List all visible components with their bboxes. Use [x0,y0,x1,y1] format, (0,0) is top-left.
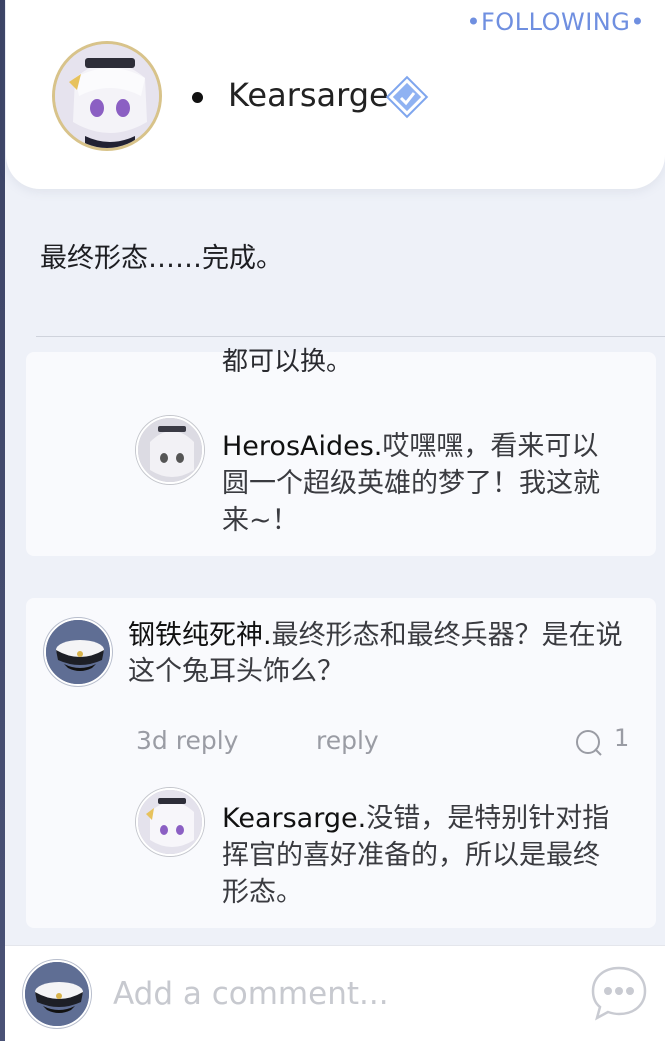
reply-button[interactable]: reply [316,726,379,755]
comment-card: 钢铁纯死神.最终形态和最终兵器？是在说这个兔耳头饰么？ 3d reply rep… [26,598,656,928]
author-name[interactable]: Kearsarge [228,76,389,114]
left-edge-bar [0,0,5,1041]
verified-diamond-icon [384,74,430,120]
comment-author[interactable]: 钢铁纯死神. [128,620,272,651]
reply-count: 1 [614,724,630,752]
post-text: 最终形态……完成。 [40,243,283,274]
kearsarge-avatar-icon[interactable] [52,41,162,151]
comment-time: 3d reply [136,726,239,755]
reply-author[interactable]: HerosAides. [222,431,382,462]
reply-author[interactable]: Kearsarge. [222,803,366,834]
comment-bubble-icon[interactable] [574,728,604,758]
reply-text: HerosAides.哎嘿嘿，看来可以圆一个超级英雄的梦了！我这就来~！ [222,428,612,539]
captain-cap-avatar-icon[interactable] [44,618,112,686]
bullet-dot [192,92,203,103]
clipped-comment-text: 都可以换。 [222,347,353,372]
comment-card: 都可以换。 HerosAides.哎嘿嘿，看来可以圆一个超级英雄的梦了！我这就来… [26,347,656,556]
kearsarge-reply-avatar-icon[interactable] [136,788,204,856]
author-header: •FOLLOWING• Kearsarge [6,0,665,189]
more-dots-icon[interactable] [589,962,649,1022]
following-button[interactable]: •FOLLOWING• [466,8,645,36]
comment-input[interactable] [113,972,553,1016]
reply-text: Kearsarge.没错，是特别针对指挥官的喜好准备的，所以是最终形态。 [222,800,612,911]
divider [36,336,665,337]
user-avatar-icon[interactable] [23,960,91,1028]
comment-text: 钢铁纯死神.最终形态和最终兵器？是在说这个兔耳头饰么？ [128,618,638,690]
comment-composer [5,945,665,1041]
herosaides-avatar-icon[interactable] [136,416,204,484]
